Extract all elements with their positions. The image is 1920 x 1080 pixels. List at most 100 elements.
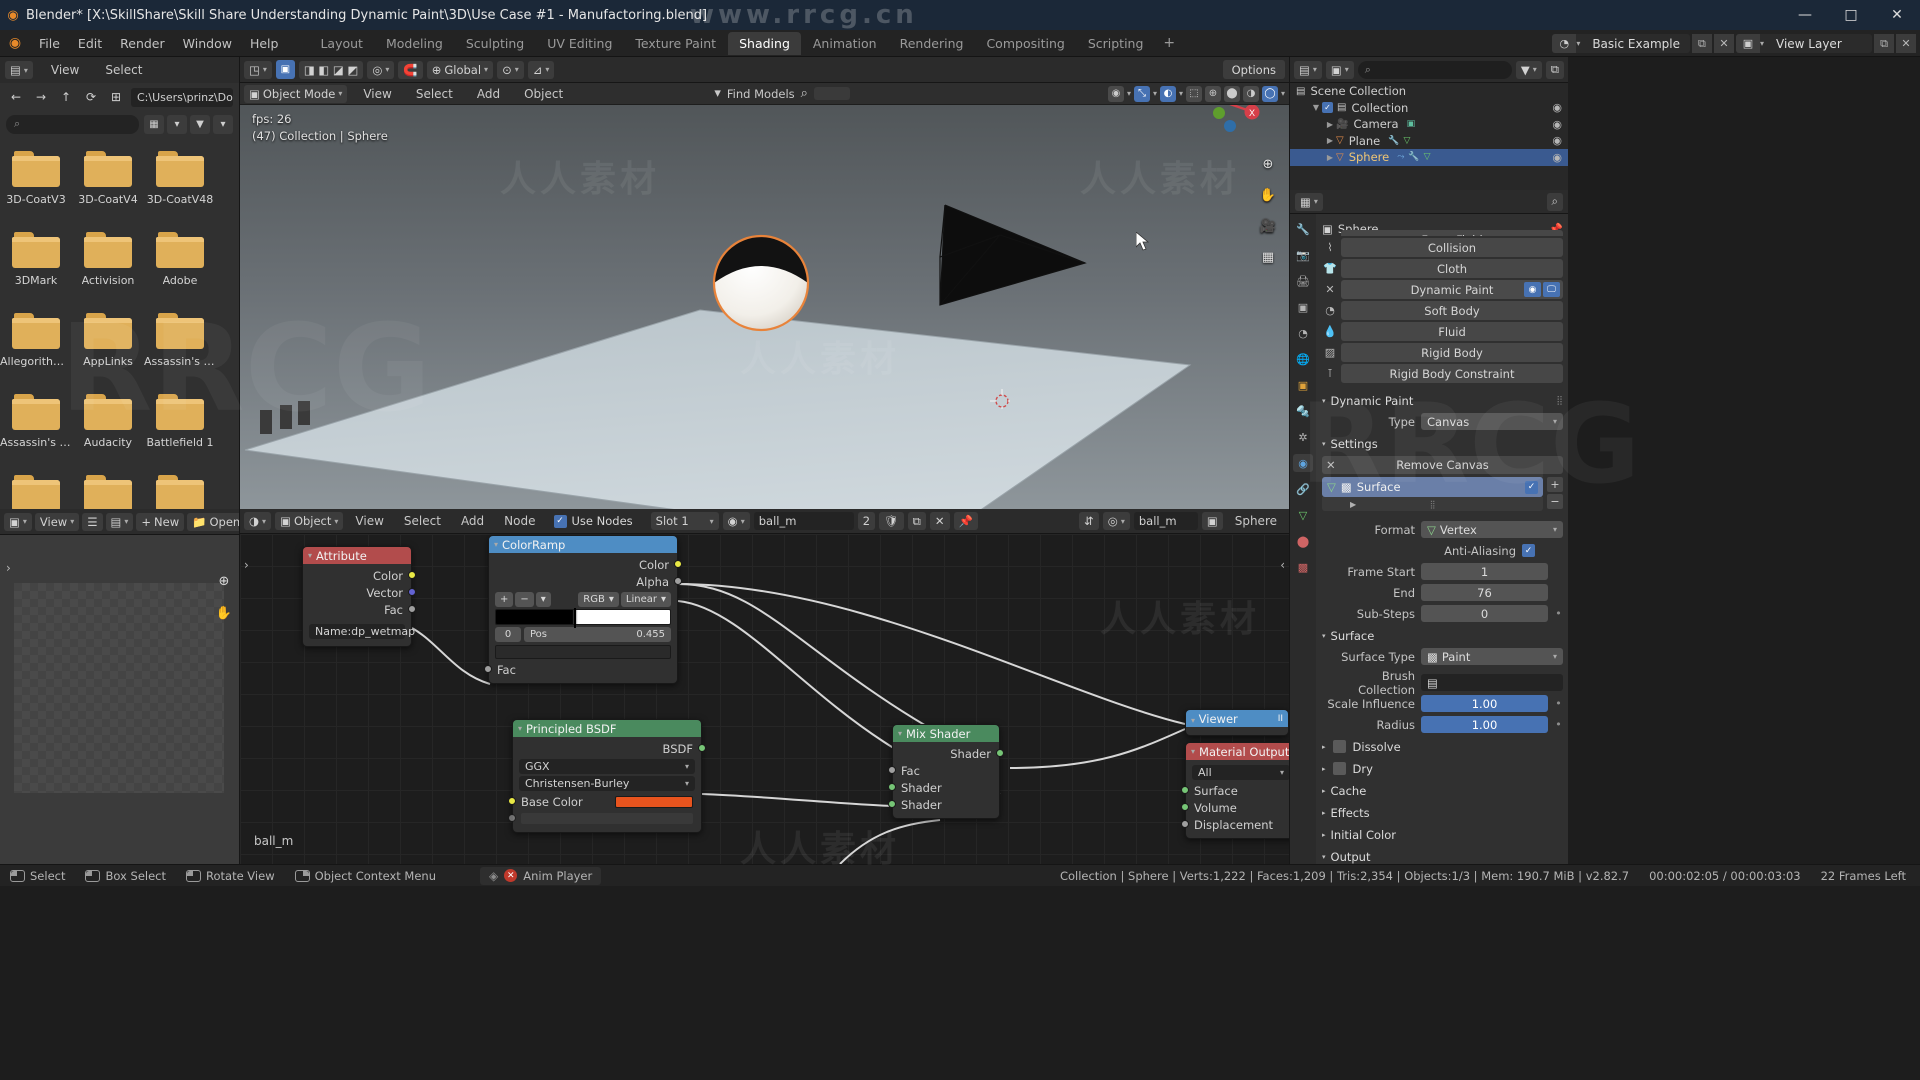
file-item[interactable]: 3DMark xyxy=(0,228,72,309)
delete-viewlayer-button[interactable]: ✕ xyxy=(1896,34,1916,53)
modifier-icon[interactable]: 🔧 xyxy=(1408,152,1419,162)
image-list-icon[interactable]: ☰ xyxy=(82,512,103,531)
initial-color-panel-header[interactable]: ▸ Initial Color xyxy=(1322,825,1563,844)
pivot-point-icon[interactable]: ⊙ ▾ xyxy=(497,60,524,79)
properties-filter-icon[interactable]: ⌕ xyxy=(1546,192,1563,211)
modifier-icon[interactable]: 🔧 xyxy=(1388,136,1399,146)
surface-type-select[interactable]: ▩ Paint ▾ xyxy=(1421,648,1563,665)
outliner-row[interactable]: ▶ ▽ Sphere ⤳ 🔧 ▽ ◉ xyxy=(1290,149,1568,166)
material-users-count[interactable]: 2 xyxy=(857,512,876,530)
node-mix-shader[interactable]: ▾ Mix Shader Shader Fac Shader Shader xyxy=(888,724,1004,819)
tab-shading[interactable]: Shading xyxy=(728,31,801,55)
tab-sculpting[interactable]: Sculpting xyxy=(455,32,535,55)
file-item[interactable] xyxy=(144,471,216,509)
file-item[interactable]: Activision xyxy=(72,228,144,309)
pin-material-icon[interactable]: 📌 xyxy=(953,512,978,530)
material-name-field[interactable]: ball_m xyxy=(753,512,854,530)
collection-checkbox[interactable]: ✓ xyxy=(1322,102,1333,114)
physics-button-collision[interactable]: ⌇ Collision xyxy=(1327,238,1563,257)
dissolve-checkbox[interactable] xyxy=(1332,740,1346,753)
find-models-field[interactable] xyxy=(813,87,850,100)
path-field[interactable]: C:\Users\prinz\Docum... xyxy=(131,87,233,107)
editor-type-button[interactable]: ▤ ▾ xyxy=(5,61,33,79)
new-image-button[interactable]: + New xyxy=(136,512,185,531)
vp-menu-view[interactable]: View xyxy=(355,86,399,102)
transform-orientation-select[interactable]: ⊕ Global ▾ xyxy=(426,60,494,79)
viewer-pause-icon[interactable]: II xyxy=(1278,714,1283,724)
add-surface-button[interactable]: + xyxy=(1547,477,1563,492)
outliner-row[interactable]: ▶ ▽ Plane 🔧 ▽ ◉ xyxy=(1290,133,1568,150)
fb-menu-select[interactable]: Select xyxy=(97,62,150,78)
scene-selector[interactable]: ◔ ▾ Basic Example xyxy=(1552,34,1690,53)
tool-select-icon[interactable]: ▣ xyxy=(275,60,295,79)
node-principled-bsdf[interactable]: ▾ Principled BSDF BSDF GGX ▾ Christensen… xyxy=(508,719,706,833)
viewlayer-selector[interactable]: ▣ ▾ View Layer xyxy=(1735,34,1872,53)
outliner-row[interactable]: ▶ 🎥 Camera ▣ ◉ xyxy=(1290,116,1568,133)
collapse-icon[interactable]: ▾ xyxy=(1191,747,1195,756)
node-mix-header[interactable]: ▾ Mix Shader xyxy=(893,725,999,742)
antialias-checkbox[interactable]: ✓ xyxy=(1522,544,1535,557)
hand-pan-icon[interactable]: ✋ xyxy=(1257,184,1279,206)
use-nodes-checkbox[interactable]: ✓ xyxy=(553,514,567,528)
distribution-select[interactable]: GGX ▾ xyxy=(519,759,695,774)
outliner-filter-icon[interactable]: ▼ ▾ xyxy=(1515,60,1542,79)
menu-render[interactable]: Render xyxy=(111,34,174,53)
anim-player-badge[interactable]: ◈ ✕ Anim Player xyxy=(480,866,602,885)
remove-surface-button[interactable]: − xyxy=(1547,494,1563,509)
menu-help[interactable]: Help xyxy=(241,34,288,53)
tab-animation[interactable]: Animation xyxy=(802,32,888,55)
shading-wireframe-icon[interactable]: ⬚ xyxy=(1185,85,1202,102)
menu-file[interactable]: File xyxy=(30,34,69,53)
close-button[interactable]: ✕ xyxy=(1874,0,1920,30)
node-matoutput-header[interactable]: ▾ Material Output xyxy=(1186,743,1289,760)
sh-menu-select[interactable]: Select xyxy=(396,513,449,529)
file-item[interactable]: 3D-CoatV4 xyxy=(72,147,144,228)
new-scene-button[interactable]: ⧉ xyxy=(1691,34,1712,53)
minimize-button[interactable]: — xyxy=(1782,0,1828,30)
dynamic-paint-brush-toggle[interactable]: 🖵 xyxy=(1543,282,1560,297)
surface-list-item[interactable]: ▽ ▩ Surface ✓ xyxy=(1322,477,1543,497)
attribute-name-field[interactable]: Name: dp_wetmap xyxy=(309,624,415,639)
tab-tool-icon[interactable]: 🔧 xyxy=(1293,220,1313,238)
file-item[interactable]: AppLinks xyxy=(72,309,144,390)
parent-dir-icon[interactable]: ↑ xyxy=(56,87,76,107)
vp-menu-select[interactable]: Select xyxy=(408,86,461,102)
ramp-add-stop-button[interactable]: + xyxy=(495,592,514,607)
output-panel-header[interactable]: ▾ Output xyxy=(1322,847,1563,864)
socket-fac-in[interactable] xyxy=(888,766,896,774)
ramp-color-swatch[interactable] xyxy=(495,645,671,659)
disclosure-triangle-icon[interactable]: ▶ xyxy=(1324,136,1336,145)
matoutput-target-select[interactable]: All ▾ xyxy=(1192,765,1289,780)
ramp-stop-handle[interactable] xyxy=(574,608,577,628)
tab-physics-icon[interactable]: ◉ xyxy=(1293,454,1313,472)
node-material-output[interactable]: ▾ Material Output All ▾ Surface Volume D… xyxy=(1181,742,1289,839)
vp-menu-object[interactable]: Object xyxy=(516,86,571,102)
ramp-pos-field[interactable]: Pos 0.455 xyxy=(524,627,671,642)
camera-view-icon[interactable]: 🎥 xyxy=(1257,215,1279,237)
physics-button-rigid-body-constraint[interactable]: ⊺ Rigid Body Constraint xyxy=(1327,364,1563,383)
tab-compositing[interactable]: Compositing xyxy=(975,32,1075,55)
socket-volume[interactable] xyxy=(1181,803,1189,811)
unlink-material-icon[interactable]: ✕ xyxy=(929,512,950,530)
collapse-icon[interactable]: ▾ xyxy=(308,551,312,560)
interaction-mode-select[interactable]: ▣ Object Mode ▾ xyxy=(244,84,348,103)
socket-shader2-in[interactable] xyxy=(888,800,896,808)
image-browse-icon[interactable]: ▤ ▾ xyxy=(105,512,134,531)
show-overlays-icon[interactable]: ⤡ xyxy=(1133,85,1150,102)
image-sidebar-toggle-icon[interactable]: › xyxy=(6,561,11,575)
collapse-icon[interactable]: ▾ xyxy=(494,540,498,549)
collapse-icon[interactable]: ▾ xyxy=(518,724,522,733)
physics-icon[interactable]: ⤳ xyxy=(1397,152,1404,162)
editor-type-button-outliner[interactable]: ▤ ▾ xyxy=(1294,60,1322,79)
file-item[interactable]: Allegorithmic xyxy=(0,309,72,390)
filter-icon[interactable]: ▼ xyxy=(190,114,210,134)
socket-color[interactable] xyxy=(408,571,416,579)
file-item[interactable] xyxy=(72,471,144,509)
physics-button-rigid-body[interactable]: ▨ Rigid Body xyxy=(1325,343,1563,362)
physics-button-soft-body[interactable]: ◔ Soft Body xyxy=(1325,301,1563,320)
socket-subsurface[interactable] xyxy=(508,814,516,822)
physics-button-cloth[interactable]: 👕 Cloth xyxy=(1323,259,1563,278)
refresh-icon[interactable]: ⟳ xyxy=(81,87,101,107)
radius-slider[interactable]: 1.00 xyxy=(1421,716,1548,733)
shading-material-icon[interactable]: ⬤ xyxy=(1223,85,1240,102)
